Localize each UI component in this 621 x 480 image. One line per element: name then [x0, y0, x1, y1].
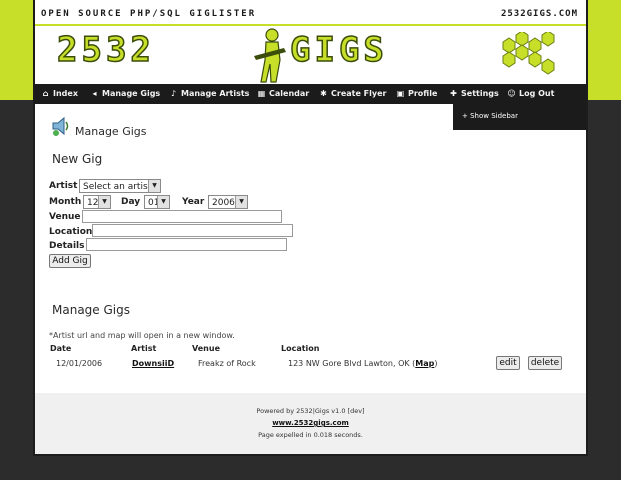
- nav-index[interactable]: ⌂ Index: [41, 84, 78, 104]
- column-header-date: Date: [50, 344, 72, 353]
- gig-location: 123 NW Gore Blvd Lawton, OK (Map): [288, 359, 438, 368]
- artist-link[interactable]: DownsiiD: [132, 359, 174, 368]
- gig-date: 12/01/2006: [56, 359, 103, 368]
- tagline: OPEN SOURCE PHP/SQL GIGLISTER: [41, 9, 257, 19]
- gig-venue: Freakz of Rock: [198, 359, 256, 368]
- nav-calendar[interactable]: ▦ Calendar: [257, 84, 309, 104]
- nav-manage-artists[interactable]: ♪ Manage Artists: [169, 84, 250, 104]
- page-container: OPEN SOURCE PHP/SQL GIGLISTER 2532GIGS.C…: [33, 0, 588, 456]
- day-label: Day: [121, 197, 141, 207]
- month-label: Month: [49, 197, 82, 207]
- add-gig-button[interactable]: Add Gig: [49, 254, 91, 268]
- column-header-location: Location: [281, 344, 320, 353]
- artist-select[interactable]: Select an artist ▼: [79, 179, 161, 193]
- logo-text-word: GIGS: [289, 29, 388, 71]
- chevron-down-icon: ▼: [235, 196, 247, 208]
- year-label: Year: [182, 197, 205, 207]
- nav-log-out[interactable]: ☺ Log Out: [507, 84, 554, 104]
- venue-label: Venue: [49, 212, 81, 222]
- delete-button[interactable]: delete: [528, 356, 562, 370]
- nav-profile[interactable]: ▣ Profile: [396, 84, 438, 104]
- chevron-down-icon: ▼: [157, 196, 169, 208]
- logout-icon: ☺: [507, 89, 516, 98]
- footer: Powered by 2532|Gigs v1.0 [dev] www.2532…: [35, 393, 586, 454]
- logo-banner: 2532 GIGS: [35, 26, 586, 84]
- page-title: Manage Gigs: [75, 125, 147, 138]
- details-label: Details: [49, 241, 85, 251]
- column-header-venue: Venue: [192, 344, 220, 353]
- site-name: 2532GIGS.COM: [500, 9, 578, 19]
- chevron-down-icon: ▼: [98, 196, 110, 208]
- nav-create-flyer[interactable]: ✱ Create Flyer: [319, 84, 386, 104]
- nav-manage-gigs[interactable]: ◂ Manage Gigs: [90, 84, 160, 104]
- nav-settings[interactable]: ✚ Settings: [449, 84, 499, 104]
- footer-site-link[interactable]: www.2532gigs.com: [35, 419, 586, 427]
- day-select[interactable]: 01 ▼: [144, 195, 170, 209]
- powered-by-text: Powered by 2532|Gigs v1.0 [dev]: [256, 407, 365, 415]
- details-input[interactable]: [86, 238, 287, 251]
- map-link[interactable]: Map: [415, 359, 434, 368]
- home-icon: ⌂: [42, 89, 49, 98]
- page-timing-text: Page expelled in 0.018 seconds.: [258, 431, 363, 439]
- music-note-icon: ♪: [170, 89, 177, 98]
- profile-icon: ▣: [396, 89, 405, 98]
- settings-dropdown: + Show Sidebar: [453, 104, 586, 130]
- location-input[interactable]: [92, 224, 293, 237]
- year-select[interactable]: 2006 ▼: [208, 195, 248, 209]
- column-header-artist: Artist: [131, 344, 157, 353]
- month-select[interactable]: 12 ▼: [83, 195, 111, 209]
- venue-input[interactable]: [82, 210, 282, 223]
- guitarist-icon: [254, 28, 286, 83]
- speaker-icon: [52, 116, 69, 136]
- flyer-icon: ✱: [320, 89, 327, 98]
- chevron-down-icon: ▼: [148, 180, 160, 192]
- edit-button[interactable]: edit: [496, 356, 520, 370]
- settings-icon: ✚: [450, 89, 457, 98]
- location-label: Location: [49, 227, 93, 237]
- new-gig-title: New Gig: [52, 152, 103, 166]
- artist-label: Artist: [49, 181, 78, 191]
- show-sidebar-link[interactable]: + Show Sidebar: [462, 112, 518, 120]
- main-nav: ⌂ Index ◂ Manage Gigs ♪ Manage Artists ▦ Cal…: [35, 84, 586, 104]
- calendar-icon: ▦: [257, 89, 266, 98]
- manage-gigs-title: Manage Gigs: [52, 303, 130, 317]
- logo-text-number: 2532: [56, 29, 155, 71]
- speaker-icon: ◂: [92, 89, 97, 98]
- new-window-note: *Artist url and map will open in a new w…: [49, 331, 235, 340]
- hexagon-logo-icon: [502, 32, 555, 75]
